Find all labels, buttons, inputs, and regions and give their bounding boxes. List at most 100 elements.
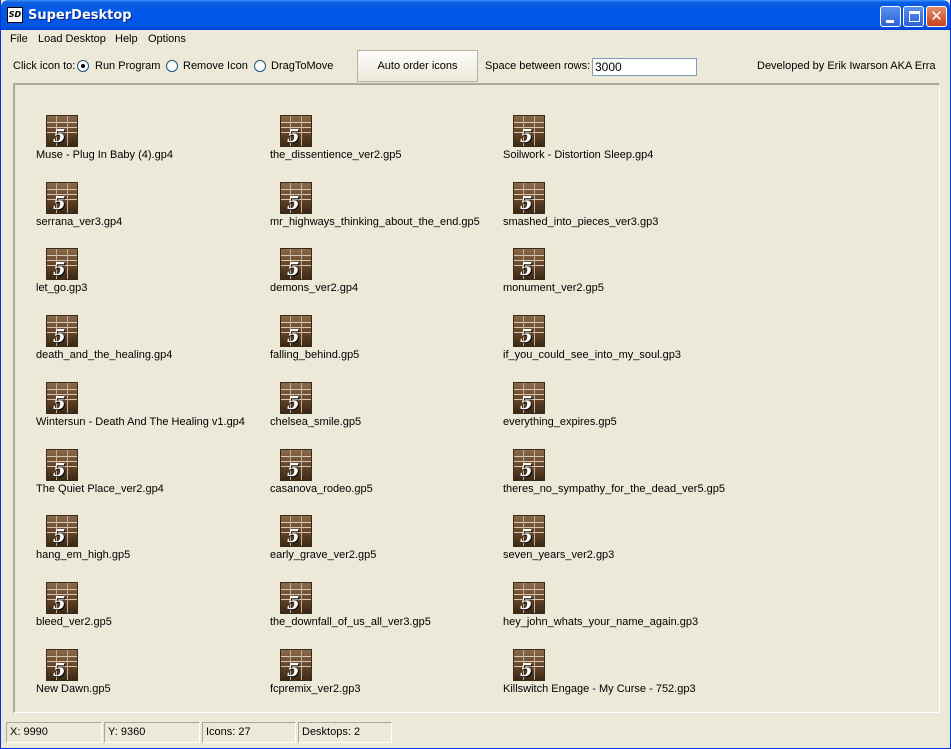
guitar-pro-file-icon[interactable]: 5 xyxy=(513,315,545,347)
desktop-icon-label[interactable]: the_dissentience_ver2.gp5 xyxy=(270,149,401,161)
guitar-pro-file-icon[interactable]: 5 xyxy=(46,315,78,347)
desktop-icon[interactable]: 5 early_grave_ver2.gp5 xyxy=(270,515,500,575)
desktop-icon-label[interactable]: casanova_rodeo.gp5 xyxy=(270,483,373,495)
minimize-button[interactable] xyxy=(880,6,901,27)
desktop-icon[interactable]: 5 Killswitch Engage - My Curse - 752.gp3 xyxy=(503,649,733,709)
guitar-pro-file-icon[interactable]: 5 xyxy=(46,582,78,614)
desktop-icon-label[interactable]: monument_ver2.gp5 xyxy=(503,282,604,294)
desktop-icon-label[interactable]: falling_behind.gp5 xyxy=(270,349,359,361)
guitar-pro-file-icon[interactable]: 5 xyxy=(46,449,78,481)
desktop-icon-label[interactable]: Muse - Plug In Baby (4).gp4 xyxy=(36,149,173,161)
desktop-icon-label[interactable]: Killswitch Engage - My Curse - 752.gp3 xyxy=(503,683,696,695)
icon-desktop-area[interactable]: 5 Muse - Plug In Baby (4).gp4 5 serrana_ver… xyxy=(13,83,940,713)
status-y: Y: 9360 xyxy=(104,722,200,743)
menu-load-desktop[interactable]: Load Desktop xyxy=(38,33,106,45)
guitar-pro-file-icon[interactable]: 5 xyxy=(280,248,312,280)
desktop-icon[interactable]: 5 bleed_ver2.gp5 xyxy=(36,582,266,642)
desktop-icon-label[interactable]: if_you_could_see_into_my_soul.gp3 xyxy=(503,349,681,361)
guitar-pro-file-icon[interactable]: 5 xyxy=(46,515,78,547)
desktop-icon[interactable]: 5 chelsea_smile.gp5 xyxy=(270,382,500,442)
desktop-icon-label[interactable]: let_go.gp3 xyxy=(36,282,87,294)
desktop-icon[interactable]: 5 hey_john_whats_your_name_again.gp3 xyxy=(503,582,733,642)
app-icon: SD xyxy=(7,7,23,23)
space-between-rows-input[interactable] xyxy=(592,58,697,76)
guitar-pro-file-icon[interactable]: 5 xyxy=(46,248,78,280)
desktop-icon-label[interactable]: The Quiet Place_ver2.gp4 xyxy=(36,483,164,495)
desktop-icon[interactable]: 5 serrana_ver3.gp4 xyxy=(36,182,266,242)
guitar-pro-file-icon[interactable]: 5 xyxy=(513,582,545,614)
desktop-icon-label[interactable]: fcpremix_ver2.gp3 xyxy=(270,683,361,695)
menu-help[interactable]: Help xyxy=(115,33,138,45)
remove-icon-label[interactable]: Remove Icon xyxy=(183,60,248,72)
close-button[interactable]: ✕ xyxy=(926,6,947,27)
guitar-pro-file-icon[interactable]: 5 xyxy=(513,649,545,681)
guitar-pro-file-icon[interactable]: 5 xyxy=(280,315,312,347)
desktop-icon[interactable]: 5 mr_highways_thinking_about_the_end.gp5 xyxy=(270,182,500,242)
guitar-pro-file-icon[interactable]: 5 xyxy=(46,182,78,214)
desktop-icon-label[interactable]: serrana_ver3.gp4 xyxy=(36,216,122,228)
run-program-radio[interactable] xyxy=(77,60,89,72)
desktop-icon[interactable]: 5 the_downfall_of_us_all_ver3.gp5 xyxy=(270,582,500,642)
remove-icon-radio[interactable] xyxy=(166,60,178,72)
guitar-pro-file-icon[interactable]: 5 xyxy=(513,382,545,414)
guitar-pro-file-icon[interactable]: 5 xyxy=(280,382,312,414)
desktop-icon[interactable]: 5 smashed_into_pieces_ver3.gp3 xyxy=(503,182,733,242)
desktop-icon-label[interactable]: bleed_ver2.gp5 xyxy=(36,616,112,628)
desktop-icon-label[interactable]: death_and_the_healing.gp4 xyxy=(36,349,172,361)
menu-options[interactable]: Options xyxy=(148,33,186,45)
desktop-icon[interactable]: 5 seven_years_ver2.gp3 xyxy=(503,515,733,575)
auto-order-icons-button[interactable]: Auto order icons xyxy=(357,50,478,82)
desktop-icon[interactable]: 5 Wintersun - Death And The Healing v1.gp… xyxy=(36,382,266,442)
desktop-icon[interactable]: 5 if_you_could_see_into_my_soul.gp3 xyxy=(503,315,733,375)
drag-to-move-radio[interactable] xyxy=(254,60,266,72)
desktop-icon-label[interactable]: chelsea_smile.gp5 xyxy=(270,416,361,428)
menu-file[interactable]: File xyxy=(10,33,28,45)
desktop-icon[interactable]: 5 Soilwork - Distortion Sleep.gp4 xyxy=(503,115,733,175)
guitar-pro-file-icon[interactable]: 5 xyxy=(46,115,78,147)
desktop-icon[interactable]: 5 the_dissentience_ver2.gp5 xyxy=(270,115,500,175)
desktop-icon-label[interactable]: the_downfall_of_us_all_ver3.gp5 xyxy=(270,616,431,628)
desktop-icon-label[interactable]: New Dawn.gp5 xyxy=(36,683,111,695)
desktop-icon-label[interactable]: mr_highways_thinking_about_the_end.gp5 xyxy=(270,216,480,228)
desktop-icon-label[interactable]: hey_john_whats_your_name_again.gp3 xyxy=(503,616,698,628)
guitar-pro-file-icon[interactable]: 5 xyxy=(513,248,545,280)
desktop-icon-label[interactable]: Wintersun - Death And The Healing v1.gp4 xyxy=(36,416,245,428)
desktop-icon[interactable]: 5 New Dawn.gp5 xyxy=(36,649,266,709)
guitar-pro-file-icon[interactable]: 5 xyxy=(513,449,545,481)
guitar-pro-file-icon[interactable]: 5 xyxy=(513,515,545,547)
run-program-label[interactable]: Run Program xyxy=(95,60,160,72)
guitar-pro-file-icon[interactable]: 5 xyxy=(513,182,545,214)
guitar-pro-file-icon[interactable]: 5 xyxy=(46,382,78,414)
desktop-icon-label[interactable]: demons_ver2.gp4 xyxy=(270,282,358,294)
desktop-icon-label[interactable]: Soilwork - Distortion Sleep.gp4 xyxy=(503,149,653,161)
guitar-pro-file-icon[interactable]: 5 xyxy=(46,649,78,681)
desktop-icon[interactable]: 5 The Quiet Place_ver2.gp4 xyxy=(36,449,266,509)
desktop-icon[interactable]: 5 demons_ver2.gp4 xyxy=(270,248,500,308)
desktop-icon[interactable]: 5 falling_behind.gp5 xyxy=(270,315,500,375)
desktop-icon[interactable]: 5 casanova_rodeo.gp5 xyxy=(270,449,500,509)
title-bar[interactable]: SD SuperDesktop ✕ xyxy=(1,0,950,30)
desktop-icon[interactable]: 5 theres_no_sympathy_for_the_dead_ver5.gp… xyxy=(503,449,733,509)
desktop-icon[interactable]: 5 fcpremix_ver2.gp3 xyxy=(270,649,500,709)
desktop-icon-label[interactable]: theres_no_sympathy_for_the_dead_ver5.gp5 xyxy=(503,483,725,495)
guitar-pro-file-icon[interactable]: 5 xyxy=(280,449,312,481)
maximize-button[interactable] xyxy=(903,6,924,27)
desktop-icon[interactable]: 5 hang_em_high.gp5 xyxy=(36,515,266,575)
desktop-icon-label[interactable]: smashed_into_pieces_ver3.gp3 xyxy=(503,216,658,228)
guitar-pro-file-icon[interactable]: 5 xyxy=(280,115,312,147)
guitar-pro-file-icon[interactable]: 5 xyxy=(513,115,545,147)
drag-to-move-label[interactable]: DragToMove xyxy=(271,60,333,72)
desktop-icon-label[interactable]: seven_years_ver2.gp3 xyxy=(503,549,614,561)
desktop-icon[interactable]: 5 death_and_the_healing.gp4 xyxy=(36,315,266,375)
guitar-pro-file-icon[interactable]: 5 xyxy=(280,515,312,547)
desktop-icon[interactable]: 5 Muse - Plug In Baby (4).gp4 xyxy=(36,115,266,175)
desktop-icon[interactable]: 5 everything_expires.gp5 xyxy=(503,382,733,442)
desktop-icon[interactable]: 5 let_go.gp3 xyxy=(36,248,266,308)
desktop-icon-label[interactable]: early_grave_ver2.gp5 xyxy=(270,549,376,561)
guitar-pro-file-icon[interactable]: 5 xyxy=(280,182,312,214)
guitar-pro-file-icon[interactable]: 5 xyxy=(280,649,312,681)
desktop-icon-label[interactable]: everything_expires.gp5 xyxy=(503,416,617,428)
desktop-icon[interactable]: 5 monument_ver2.gp5 xyxy=(503,248,733,308)
desktop-icon-label[interactable]: hang_em_high.gp5 xyxy=(36,549,130,561)
guitar-pro-file-icon[interactable]: 5 xyxy=(280,582,312,614)
